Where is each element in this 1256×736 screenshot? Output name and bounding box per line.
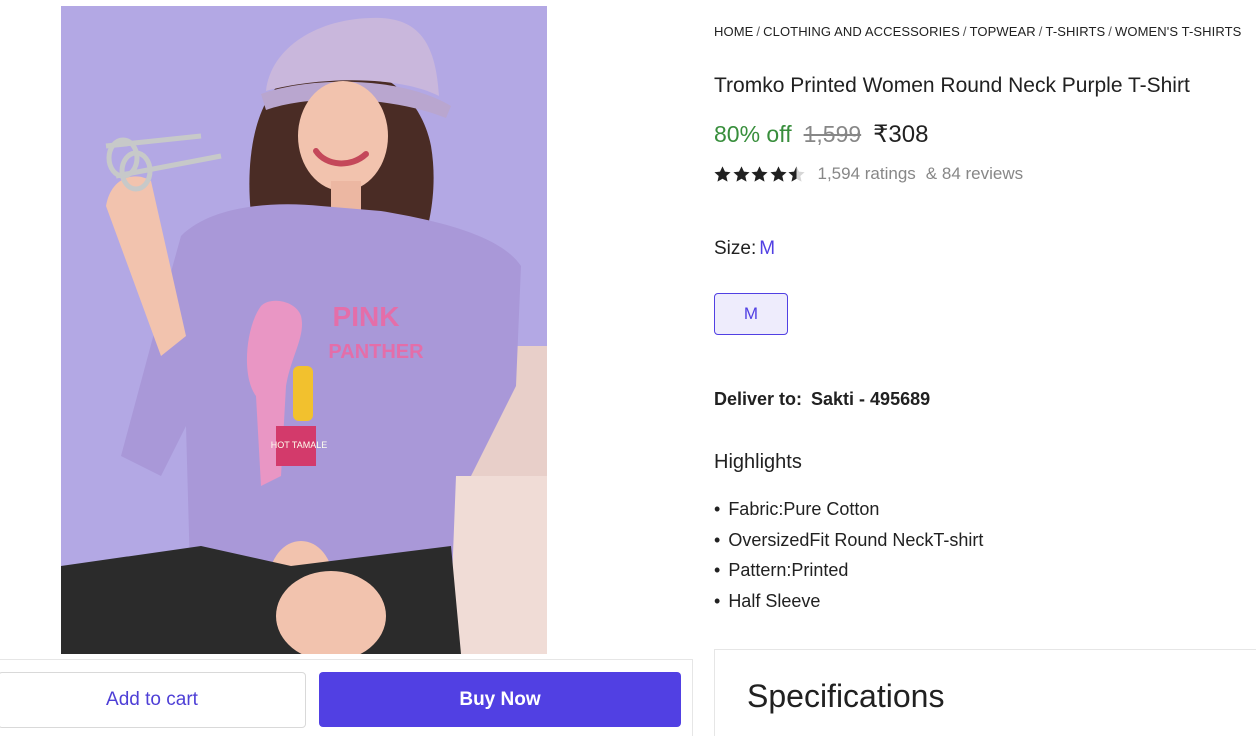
product-title: Tromko Printed Women Round Neck Purple T… bbox=[714, 74, 1190, 97]
highlight-item: Pattern:Printed bbox=[714, 559, 983, 590]
selected-size: M bbox=[759, 238, 776, 259]
price-row: 80% off 1,599 ₹308 bbox=[714, 120, 928, 149]
breadcrumb-tshirts[interactable]: T-SHIRTS bbox=[1046, 24, 1106, 39]
specifications-panel: Specifications bbox=[714, 649, 1256, 736]
breadcrumb-separator: / bbox=[1038, 24, 1043, 39]
breadcrumb-separator: / bbox=[1108, 24, 1113, 39]
rating-row: 1,594 ratings & 84 reviews bbox=[713, 164, 1023, 184]
original-price: 1,599 bbox=[803, 121, 862, 147]
specifications-title: Specifications bbox=[747, 678, 945, 714]
highlights-list: Fabric:Pure Cotton OversizedFit Round Ne… bbox=[714, 498, 983, 620]
star-icon bbox=[714, 165, 731, 182]
breadcrumb-clothing[interactable]: CLOTHING AND ACCESSORIES bbox=[763, 24, 960, 39]
discount-percent: 80% off bbox=[714, 121, 792, 147]
product-photo-illustration: HOT TAMALE PINK PANTHER bbox=[61, 6, 547, 654]
size-label-text: Size: bbox=[714, 238, 757, 259]
product-image[interactable]: HOT TAMALE PINK PANTHER bbox=[61, 6, 547, 654]
highlight-item: Half Sleeve bbox=[714, 590, 983, 621]
add-to-cart-button[interactable]: Add to cart bbox=[0, 672, 306, 728]
print-text-line2: PANTHER bbox=[328, 341, 424, 363]
reviews-count[interactable]: & 84 reviews bbox=[926, 164, 1023, 184]
delivery-address: Sakti - 495689 bbox=[811, 389, 931, 409]
size-option-m[interactable]: M bbox=[714, 293, 788, 335]
highlight-item: OversizedFit Round NeckT-shirt bbox=[714, 529, 983, 560]
star-icon bbox=[769, 165, 787, 182]
size-label: Size: M bbox=[714, 238, 775, 260]
print-text-line1: PINK bbox=[333, 301, 400, 332]
action-bar: Add to cart Buy Now bbox=[0, 659, 693, 736]
deliver-to-label: Deliver to: bbox=[714, 389, 803, 409]
star-icon bbox=[732, 165, 750, 182]
selling-price: ₹308 bbox=[873, 121, 929, 148]
buy-now-button[interactable]: Buy Now bbox=[319, 672, 681, 727]
star-icon bbox=[751, 165, 768, 182]
ratings-count[interactable]: 1,594 ratings bbox=[818, 164, 916, 184]
breadcrumb-home[interactable]: HOME bbox=[714, 24, 753, 39]
breadcrumb-separator: / bbox=[756, 24, 761, 39]
breadcrumb-separator: / bbox=[962, 24, 967, 39]
star-icon bbox=[788, 165, 805, 182]
star-rating bbox=[713, 165, 806, 184]
breadcrumb-womens-tshirts[interactable]: WOMEN'S T-SHIRTS bbox=[1115, 24, 1241, 39]
breadcrumb-topwear[interactable]: TOPWEAR bbox=[970, 24, 1036, 39]
deliver-to[interactable]: Deliver to: Sakti - 495689 bbox=[714, 389, 930, 410]
highlights-title: Highlights bbox=[714, 451, 802, 473]
print-box-text: HOT TAMALE bbox=[271, 440, 328, 450]
breadcrumb: HOME / CLOTHING AND ACCESSORIES / TOPWEAR / T-… bbox=[714, 24, 1256, 39]
highlight-item: Fabric:Pure Cotton bbox=[714, 498, 983, 529]
